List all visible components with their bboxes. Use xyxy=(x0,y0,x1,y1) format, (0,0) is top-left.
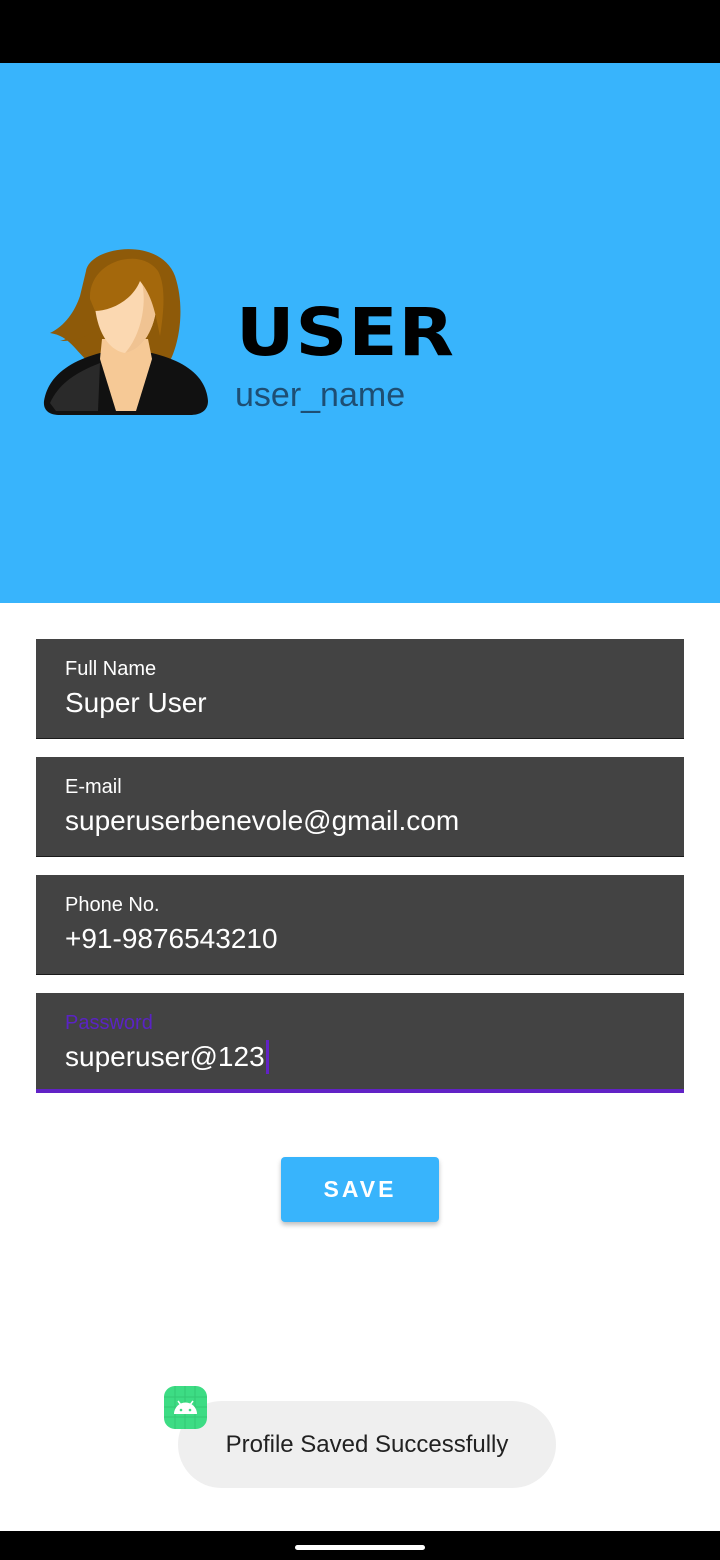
full-name-field[interactable]: Full Name Super User xyxy=(36,639,684,739)
user-avatar-icon xyxy=(43,249,208,415)
phone-field[interactable]: Phone No. +91-9876543210 xyxy=(36,875,684,975)
profile-display-name: USER xyxy=(236,293,455,371)
password-input-wrapper[interactable]: superuser@123 xyxy=(65,1040,269,1074)
password-label: Password xyxy=(65,1012,153,1034)
save-button[interactable]: SAVE xyxy=(281,1157,439,1222)
toast-message: Profile Saved Successfully xyxy=(225,1430,509,1458)
android-app-icon xyxy=(164,1386,207,1429)
profile-header: USER user_name xyxy=(0,63,720,603)
home-gesture-handle[interactable] xyxy=(295,1545,425,1550)
phone-input[interactable]: +91-9876543210 xyxy=(65,922,278,956)
phone-label: Phone No. xyxy=(65,894,160,916)
text-cursor xyxy=(265,1040,269,1074)
full-name-input[interactable]: Super User xyxy=(65,686,207,720)
email-field[interactable]: E-mail superuserbenevole@gmail.com xyxy=(36,757,684,857)
password-field[interactable]: Password superuser@123 xyxy=(36,993,684,1093)
email-input[interactable]: superuserbenevole@gmail.com xyxy=(65,804,459,838)
full-name-label: Full Name xyxy=(65,658,157,680)
status-bar xyxy=(0,0,720,63)
profile-username: user_name xyxy=(235,376,406,414)
toast-notification: Profile Saved Successfully xyxy=(178,1401,556,1488)
email-label: E-mail xyxy=(65,776,122,798)
password-input[interactable]: superuser@123 xyxy=(65,1041,265,1072)
